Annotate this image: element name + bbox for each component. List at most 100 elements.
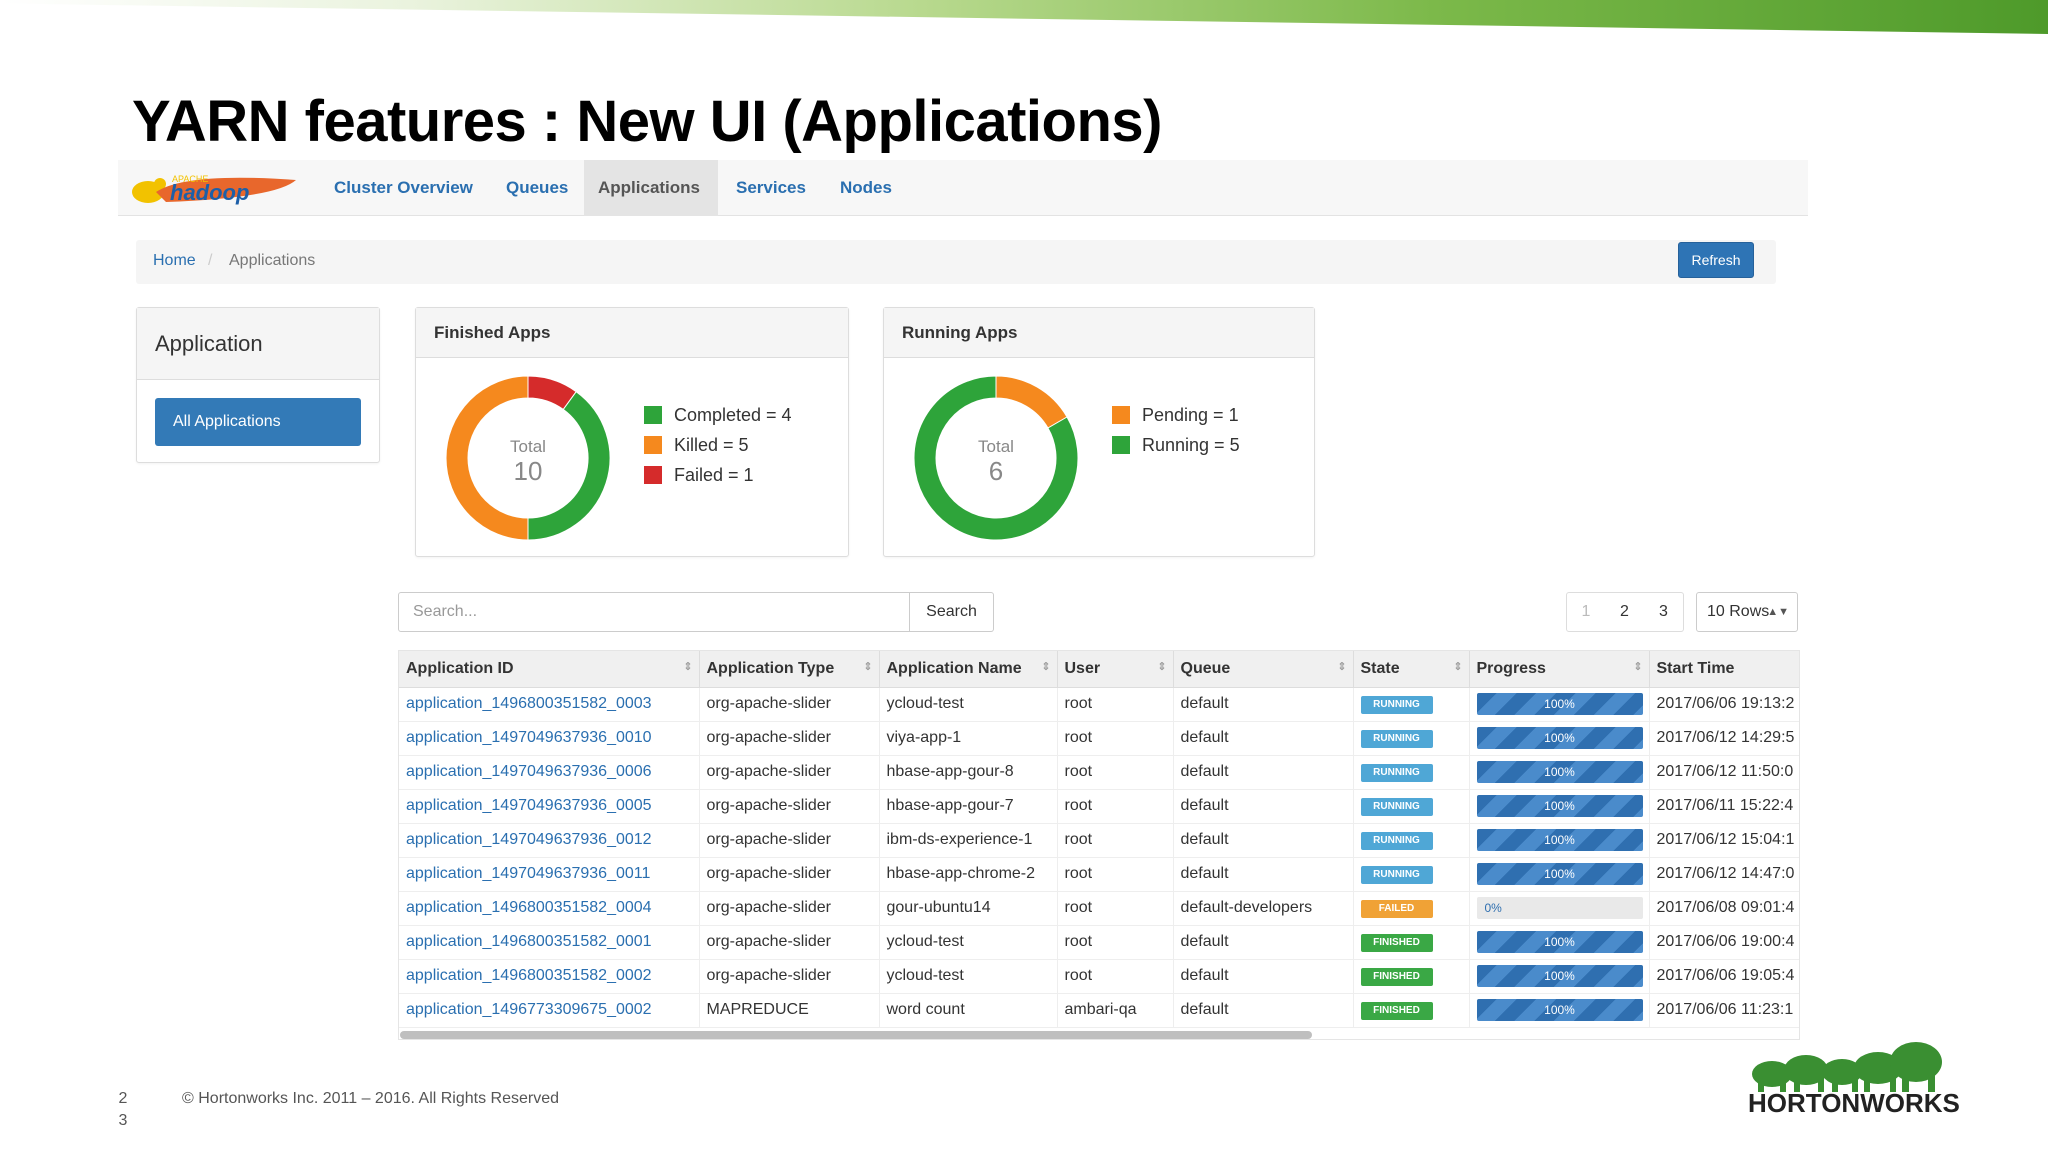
application-id-link[interactable]: application_1496800351582_0004 [399,891,700,926]
sort-icon[interactable]: ⇕ [1157,660,1166,673]
nav-cluster-overview[interactable]: Cluster Overview [320,160,487,216]
breadcrumb-home-link[interactable]: Home [153,252,196,270]
refresh-button[interactable]: Refresh [1678,242,1754,278]
application-name-cell: ycloud-test [879,925,1058,960]
running-slice-0[interactable] [995,375,1068,429]
column-header[interactable]: Application Name ⇕ [879,651,1058,688]
column-header-label: Progress [1476,659,1546,677]
application-type-cell: org-apache-slider [699,789,880,824]
rows-per-page-select[interactable]: 10 Rows ▲▼ [1696,592,1798,632]
table-row[interactable]: application_1497049637936_0006 org-apache… [399,755,1799,790]
column-header[interactable]: User ⇕ [1057,651,1174,688]
slide-title: YARN features : New UI (Applications) [132,89,1162,154]
application-id-link[interactable]: application_1497049637936_0012 [399,823,700,858]
legend-pending: Pending = 1 [1112,400,1240,430]
all-applications-button[interactable]: All Applications [155,398,361,446]
state-badge: FINISHED [1360,968,1433,986]
logo-hadoop-text: hadoop [170,180,249,205]
page-1-button[interactable]: 1 [1566,592,1606,632]
user-cell: root [1057,789,1174,824]
application-id-link[interactable]: application_1497049637936_0006 [399,755,700,790]
search-input[interactable]: Search... [398,592,910,632]
application-id-link[interactable]: application_1497049637936_0010 [399,721,700,756]
sort-icon[interactable]: ⇕ [1453,660,1462,673]
page-2-button[interactable]: 2 [1605,592,1645,632]
progress-bar: 100% [1476,795,1643,817]
finished-apps-donut: Total 10 [445,375,611,541]
breadcrumb-current: Applications [229,252,316,269]
progress-text: 100% [1544,697,1575,711]
queue-cell: default [1173,959,1354,994]
column-header[interactable]: Start Time [1649,651,1799,688]
application-id-link[interactable]: application_1496800351582_0001 [399,925,700,960]
application-id-link[interactable]: application_1496800351582_0003 [399,687,700,722]
horizontal-scrollbar[interactable] [400,1031,1312,1039]
table-row[interactable]: application_1497049637936_0005 org-apache… [399,789,1799,824]
application-name-cell: word count [879,993,1058,1028]
column-header[interactable]: State ⇕ [1353,651,1470,688]
legend-swatch [644,466,662,484]
table-row[interactable]: application_1496800351582_0002 org-apache… [399,959,1799,994]
progress-bar: 100% [1476,693,1643,715]
sort-icon[interactable]: ⇕ [1041,660,1050,673]
state-badge: RUNNING [1360,832,1433,850]
user-cell: root [1057,891,1174,926]
column-header[interactable]: Progress ⇕ [1469,651,1650,688]
queue-cell: default [1173,721,1354,756]
application-type-cell: org-apache-slider [699,857,880,892]
user-cell: root [1057,959,1174,994]
column-header-label: Application ID [406,659,514,677]
finished-apps-panel: Finished Apps Total 10 Completed = 4 Kil… [415,307,849,557]
application-type-cell: org-apache-slider [699,959,880,994]
queue-cell: default-developers [1173,891,1354,926]
application-sidebar: Application All Applications [136,307,380,463]
application-name-cell: ibm-ds-experience-1 [879,823,1058,858]
page-3-button[interactable]: 3 [1644,592,1684,632]
application-id-link[interactable]: application_1497049637936_0011 [399,857,700,892]
nav-queues[interactable]: Queues [492,160,582,216]
search-button[interactable]: Search [910,592,994,632]
column-header[interactable]: Application ID ⇕ [399,651,700,688]
state-cell: RUNNING [1353,789,1470,824]
breadcrumb: Home / Applications Refresh [136,240,1776,284]
column-header[interactable]: Application Type ⇕ [699,651,880,688]
table-row[interactable]: application_1497049637936_0010 org-apache… [399,721,1799,756]
table-row[interactable]: application_1497049637936_0011 org-apache… [399,857,1799,892]
user-cell: root [1057,857,1174,892]
application-id-link[interactable]: application_1496800351582_0002 [399,959,700,994]
state-badge: RUNNING [1360,696,1433,714]
finished-total-value: 10 [514,456,543,486]
decorative-gradient-stripe [0,0,2048,34]
column-header-label: Application Type [706,659,835,677]
application-name-cell: hbase-app-gour-7 [879,789,1058,824]
nav-services[interactable]: Services [722,160,820,216]
application-name-cell: hbase-app-chrome-2 [879,857,1058,892]
state-cell: FAILED [1353,891,1470,926]
nav-applications[interactable]: Applications [584,160,718,216]
state-badge: FAILED [1360,900,1433,918]
running-total-label: Total [978,437,1014,456]
table-row[interactable]: application_1496800351582_0004 org-apache… [399,891,1799,926]
state-cell: RUNNING [1353,823,1470,858]
nav-nodes[interactable]: Nodes [826,160,906,216]
sort-icon[interactable]: ⇕ [1633,660,1642,673]
table-row[interactable]: application_1496800351582_0001 org-apache… [399,925,1799,960]
user-cell: root [1057,925,1174,960]
table-row[interactable]: application_1496773309675_0002 MAPREDUCE w… [399,993,1799,1028]
state-cell: RUNNING [1353,857,1470,892]
start-time-cell: 2017/06/11 15:22:4 [1649,789,1799,824]
progress-cell: 100% [1469,993,1650,1028]
sort-icon[interactable]: ⇕ [1337,660,1346,673]
table-row[interactable]: application_1497049637936_0012 org-apache… [399,823,1799,858]
progress-bar: 0% [1476,897,1643,919]
sort-icon[interactable]: ⇕ [863,660,872,673]
application-id-link[interactable]: application_1497049637936_0005 [399,789,700,824]
queue-cell: default [1173,925,1354,960]
column-header[interactable]: Queue ⇕ [1173,651,1354,688]
start-time-cell: 2017/06/06 19:00:4 [1649,925,1799,960]
hadoop-logo[interactable]: APACHE hadoop [126,168,306,208]
table-row[interactable]: application_1496800351582_0003 org-apache… [399,687,1799,722]
progress-bar: 100% [1476,761,1643,783]
application-id-link[interactable]: application_1496773309675_0002 [399,993,700,1028]
sort-icon[interactable]: ⇕ [683,660,692,673]
